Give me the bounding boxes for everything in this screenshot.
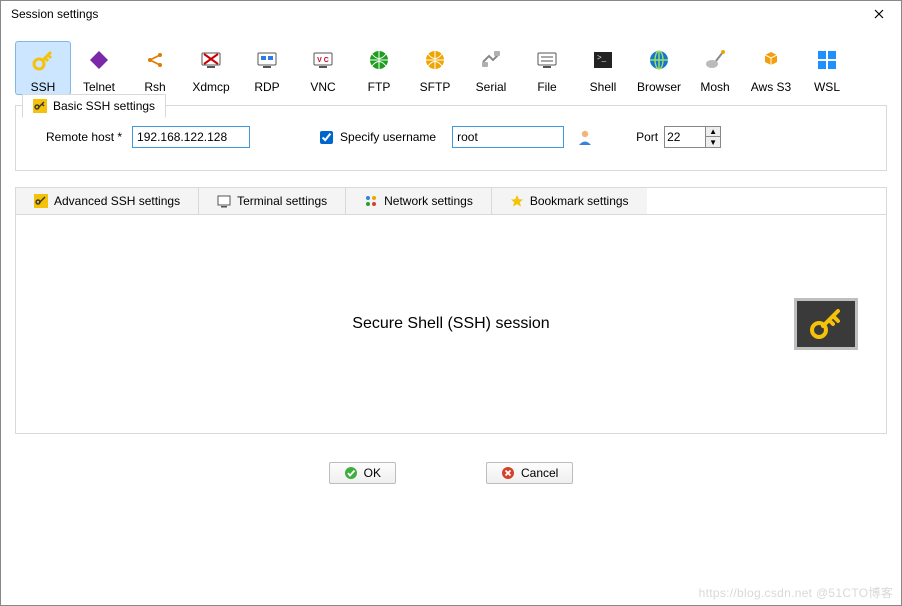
window-title: Session settings: [7, 7, 98, 21]
rdp-icon: [255, 48, 279, 72]
remote-host-label: Remote host *: [46, 130, 122, 144]
watermark: https://blog.csdn.net @51CTO博客: [699, 584, 893, 601]
session-type-xdmcp[interactable]: Xdmcp: [183, 41, 239, 95]
session-type-label: Serial: [464, 80, 518, 94]
serial-icon: [479, 48, 503, 72]
tab-terminal-settings[interactable]: Terminal settings: [199, 188, 346, 214]
key-icon: [31, 48, 55, 72]
close-button[interactable]: [863, 3, 895, 25]
session-type-label: Browser: [632, 80, 686, 94]
tab-label: Network settings: [384, 194, 473, 208]
specify-username-input[interactable]: [320, 131, 333, 144]
session-type-label: Shell: [576, 80, 630, 94]
key-icon: [806, 306, 846, 342]
tab-advanced-ssh[interactable]: Advanced SSH settings: [16, 188, 199, 214]
mosh-icon: [703, 48, 727, 72]
session-type-label: FTP: [352, 80, 406, 94]
tab-label: Advanced SSH settings: [54, 194, 180, 208]
port-spin-down[interactable]: ▼: [706, 137, 720, 147]
ok-icon: [344, 466, 358, 480]
wsl-icon: [816, 49, 838, 71]
button-label: Cancel: [521, 466, 558, 480]
session-type-label: File: [520, 80, 574, 94]
ftp-icon: [368, 49, 390, 71]
session-type-label: Telnet: [72, 80, 126, 94]
tab-basic-ssh[interactable]: Basic SSH settings: [22, 94, 166, 118]
tab-bookmark-settings[interactable]: Bookmark settings: [492, 188, 647, 214]
user-icon: [576, 128, 594, 146]
shell-icon: >_: [592, 49, 614, 71]
session-type-browser[interactable]: Browser: [631, 41, 687, 95]
session-type-wsl[interactable]: WSL: [799, 41, 855, 95]
session-type-label: Xdmcp: [184, 80, 238, 94]
tab-label: Terminal settings: [237, 194, 327, 208]
session-type-serial[interactable]: Serial: [463, 41, 519, 95]
advanced-tabs: Advanced SSH settings Terminal settings …: [15, 187, 887, 214]
telnet-icon: [88, 49, 110, 71]
sftp-icon: [424, 49, 446, 71]
session-type-aws[interactable]: Aws S3: [743, 41, 799, 95]
username-input[interactable]: [452, 126, 564, 148]
dialog-buttons: OK Cancel: [11, 462, 891, 484]
titlebar: Session settings: [1, 1, 901, 27]
network-icon: [364, 194, 378, 208]
file-icon: [535, 48, 559, 72]
session-type-rdp[interactable]: RDP: [239, 41, 295, 95]
session-description-panel: Secure Shell (SSH) session: [15, 214, 887, 434]
session-type-rsh[interactable]: Rsh: [127, 41, 183, 95]
aws-icon: [759, 48, 783, 72]
cancel-icon: [501, 466, 515, 480]
session-settings-window: Session settings SSH Telnet Rsh Xdmcp: [0, 0, 902, 606]
session-type-label: Aws S3: [744, 80, 798, 94]
tab-label: Bookmark settings: [530, 194, 629, 208]
port-spin-up[interactable]: ▲: [706, 127, 720, 137]
session-type-label: SFTP: [408, 80, 462, 94]
pick-user-button[interactable]: [574, 126, 596, 148]
key-icon: [33, 99, 47, 113]
remote-host-input[interactable]: [132, 126, 250, 148]
terminal-icon: [217, 194, 231, 208]
session-type-label: VNC: [296, 80, 350, 94]
session-type-label: Rsh: [128, 80, 182, 94]
session-type-shell[interactable]: >_ Shell: [575, 41, 631, 95]
session-type-ssh[interactable]: SSH: [15, 41, 71, 95]
xdmcp-icon: [199, 48, 223, 72]
specify-username-label: Specify username: [340, 130, 436, 144]
tab-network-settings[interactable]: Network settings: [346, 188, 492, 214]
rsh-icon: [144, 49, 166, 71]
cancel-button[interactable]: Cancel: [486, 462, 573, 484]
session-type-telnet[interactable]: Telnet: [71, 41, 127, 95]
port-input[interactable]: [664, 126, 706, 148]
svg-text:>_: >_: [597, 53, 607, 62]
star-icon: [510, 194, 524, 208]
specify-username-checkbox[interactable]: Specify username: [316, 128, 436, 147]
port-spinner[interactable]: ▲ ▼: [706, 126, 721, 148]
browser-icon: [648, 49, 670, 71]
session-type-label: SSH: [16, 80, 70, 94]
session-type-vnc[interactable]: V C VNC: [295, 41, 351, 95]
session-type-label: WSL: [800, 80, 854, 94]
basic-settings-panel: Basic SSH settings Remote host * Specify…: [15, 105, 887, 171]
port-label: Port: [636, 130, 658, 144]
session-type-label: Mosh: [688, 80, 742, 94]
button-label: OK: [364, 466, 381, 480]
tab-label: Basic SSH settings: [53, 99, 155, 113]
close-icon: [874, 9, 884, 19]
ok-button[interactable]: OK: [329, 462, 396, 484]
session-type-tile: [794, 298, 858, 350]
session-heading: Secure Shell (SSH) session: [352, 315, 549, 333]
session-type-label: RDP: [240, 80, 294, 94]
session-type-ftp[interactable]: FTP: [351, 41, 407, 95]
session-type-file[interactable]: File: [519, 41, 575, 95]
key-icon: [34, 194, 48, 208]
vnc-icon: V C: [311, 48, 335, 72]
session-type-mosh[interactable]: Mosh: [687, 41, 743, 95]
session-type-sftp[interactable]: SFTP: [407, 41, 463, 95]
svg-text:V C: V C: [317, 57, 329, 64]
